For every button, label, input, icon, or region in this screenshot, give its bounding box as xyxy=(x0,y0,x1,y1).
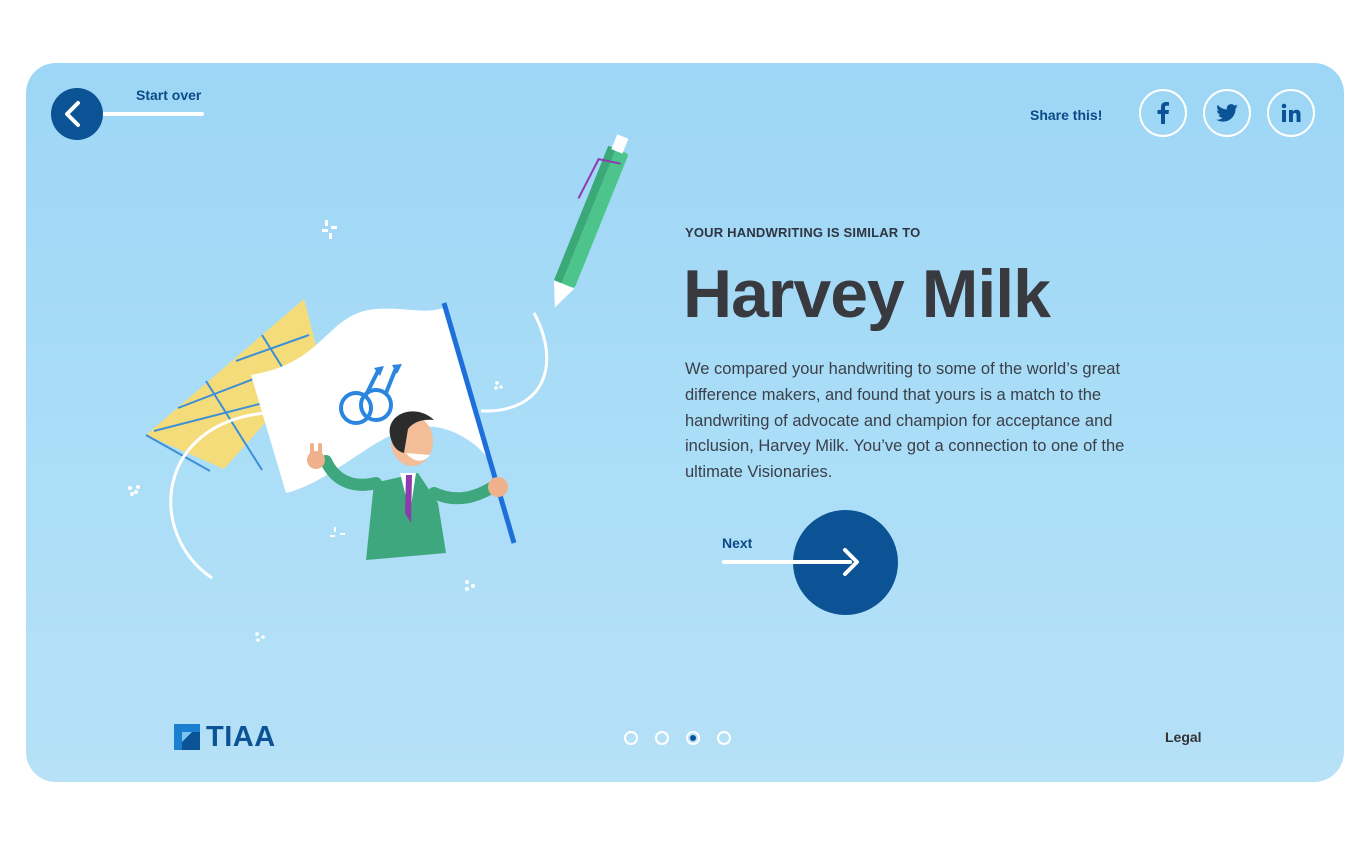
illustration-harvey-milk xyxy=(128,134,629,642)
share-label: Share this! xyxy=(1030,107,1103,123)
arrow-left-icon xyxy=(65,101,80,127)
pagination xyxy=(624,731,731,745)
result-kicker: YOUR HANDWRITING IS SIMILAR TO xyxy=(685,225,921,240)
linkedin-icon xyxy=(1281,103,1301,122)
next-line xyxy=(722,560,852,564)
pagination-dot-3-active[interactable] xyxy=(686,731,700,745)
result-card: Start over Share this! YOUR HANDWRITING … xyxy=(26,63,1344,782)
next-label[interactable]: Next xyxy=(722,535,752,551)
linkedin-share-button[interactable] xyxy=(1267,89,1315,137)
facebook-share-button[interactable] xyxy=(1139,89,1187,137)
start-over-label[interactable]: Start over xyxy=(136,87,201,103)
twitter-icon xyxy=(1216,104,1238,122)
result-description: We compared your handwriting to some of … xyxy=(685,360,1125,482)
pagination-dot-2[interactable] xyxy=(655,731,669,745)
legal-link[interactable]: Legal xyxy=(1165,729,1202,745)
arrow-right-icon xyxy=(843,548,859,576)
result-name: Harvey Milk xyxy=(683,256,1051,332)
twitter-share-button[interactable] xyxy=(1203,89,1251,137)
tiaa-logo-mark-icon xyxy=(174,724,200,750)
tiaa-logo-text: TIAA xyxy=(206,720,276,753)
pagination-dot-1[interactable] xyxy=(624,731,638,745)
pagination-dot-4[interactable] xyxy=(717,731,731,745)
facebook-icon xyxy=(1157,102,1169,124)
tiaa-logo[interactable]: TIAA xyxy=(172,721,276,753)
